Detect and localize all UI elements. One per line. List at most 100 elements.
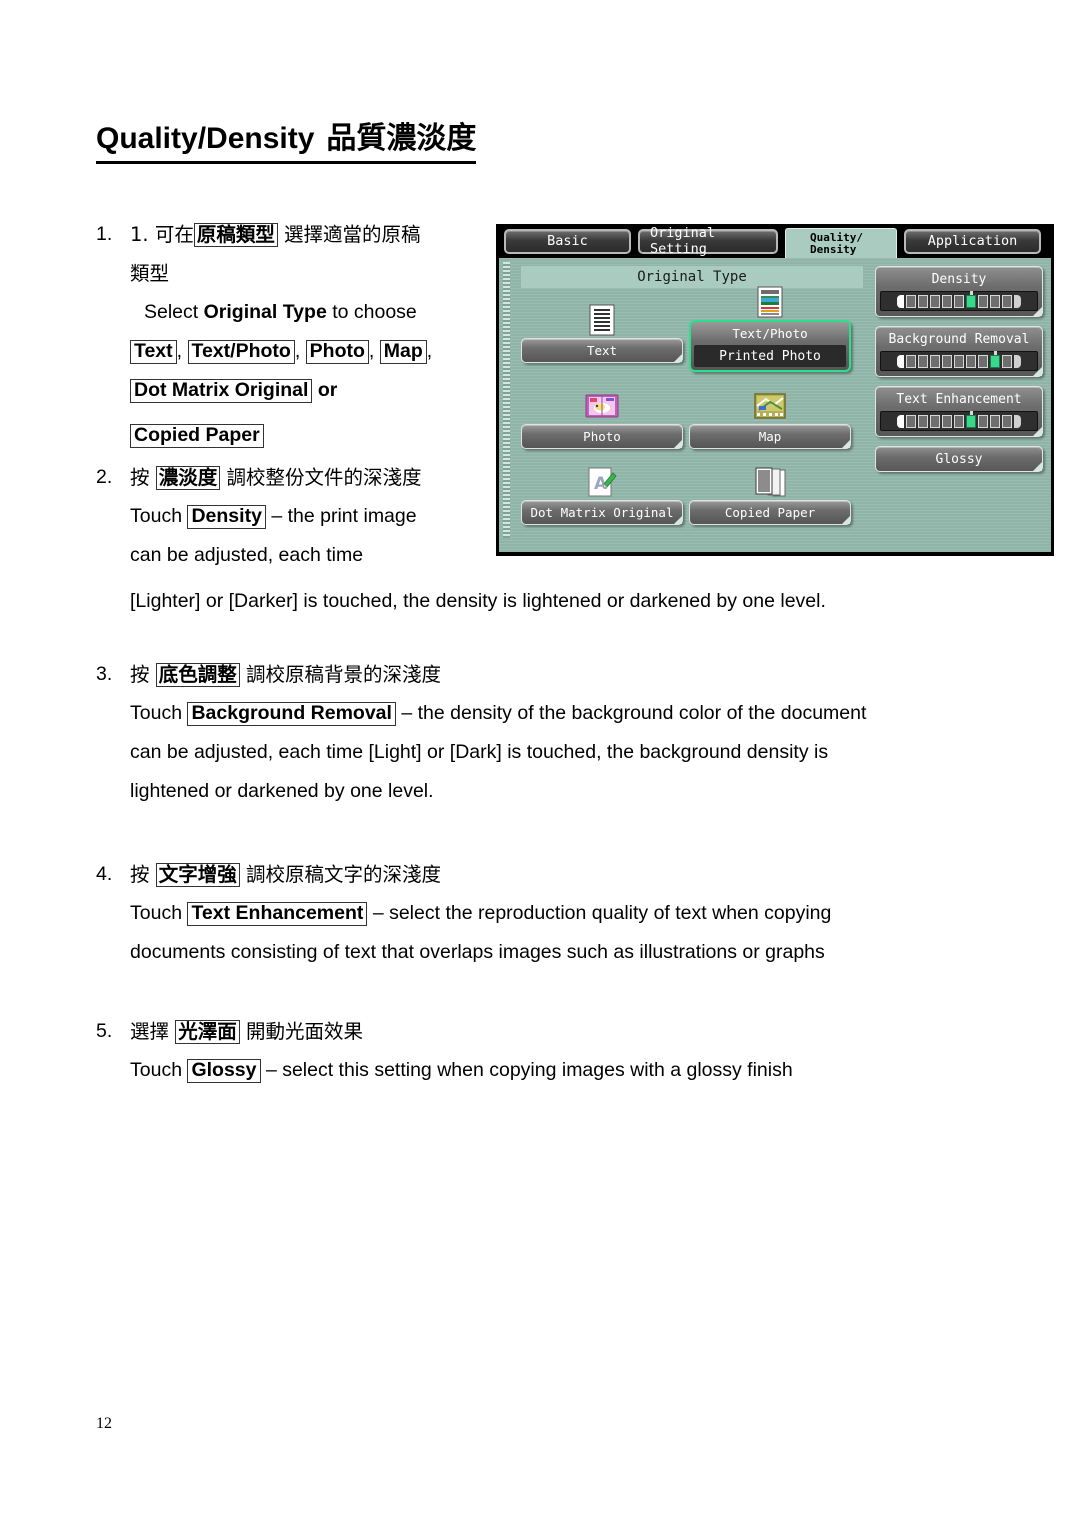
step-4-number: 4.: [96, 863, 113, 885]
text-enhancement-light-arrow-icon[interactable]: [897, 414, 904, 428]
tab-bar: Basic Original Setting Quality/ Density …: [496, 224, 1054, 258]
page-title-cjk: 品質濃淡度: [326, 121, 477, 156]
density-widget[interactable]: Density: [875, 266, 1043, 317]
original-type-grid: Text Text/Photo Printed Photo Photo Map …: [521, 286, 863, 534]
step-5-cjk-lead: 選擇: [130, 1020, 170, 1043]
density-seg-7[interactable]: [978, 294, 988, 308]
step-5-cjk-line: 選擇 光澤面 開動光面效果: [130, 1012, 996, 1051]
density-seg-6-active[interactable]: [966, 290, 976, 308]
step-3-en-boxed: Background Removal: [187, 702, 396, 726]
tab-application[interactable]: Application: [904, 228, 1041, 254]
step-3-en-line2: can be adjusted, each time [Light] or [D…: [130, 741, 829, 763]
bg-seg-1[interactable]: [906, 354, 916, 368]
original-type-option-text[interactable]: Text: [521, 300, 683, 363]
te-seg-6-active[interactable]: [966, 410, 976, 428]
te-seg-9[interactable]: [1002, 414, 1012, 428]
step-1-en-lead: Select: [144, 301, 199, 323]
density-seg-2[interactable]: [918, 294, 928, 308]
step-1-cjk-number: 1.: [130, 223, 149, 246]
document-page: Quality/Density 品質濃淡度 1. 1. 可在 原稿類型 選擇適當的原…: [0, 0, 1080, 1527]
background-removal-widget[interactable]: Background Removal: [875, 326, 1043, 377]
tab-basic[interactable]: Basic: [504, 228, 631, 254]
step-4-cjk-lead: 按: [130, 863, 150, 886]
background-removal-dark-arrow-icon[interactable]: [1014, 354, 1021, 368]
bg-seg-6[interactable]: [966, 354, 976, 368]
step-1-cjk-tail: 選擇適當的原稿: [284, 223, 421, 246]
original-type-text-button[interactable]: Text: [521, 338, 683, 363]
background-removal-light-arrow-icon[interactable]: [897, 354, 904, 368]
step-5-en-boxed: Glossy: [187, 1059, 261, 1083]
step-2-en-line1: Touch Density – the print image: [130, 497, 496, 536]
tab-quality-density[interactable]: Quality/ Density: [785, 228, 897, 258]
glossy-button[interactable]: Glossy: [875, 446, 1043, 472]
background-removal-slider[interactable]: [880, 350, 1038, 371]
original-type-option-dot-matrix[interactable]: A Dot Matrix Original: [521, 462, 683, 525]
original-type-map-button[interactable]: Map: [689, 424, 851, 449]
original-type-option-map[interactable]: Map: [689, 386, 851, 449]
original-type-copied-paper-button[interactable]: Copied Paper: [689, 500, 851, 525]
step-5-cjk-tail: 開動光面效果: [245, 1020, 363, 1043]
copied-paper-icon: [689, 462, 851, 498]
printed-photo-sub-option[interactable]: Printed Photo: [694, 345, 846, 367]
page-title-en: Quality/Density: [96, 122, 315, 155]
step-1-en-or: or: [317, 379, 338, 401]
density-seg-9[interactable]: [1002, 294, 1012, 308]
te-seg-3[interactable]: [930, 414, 940, 428]
bg-seg-9[interactable]: [1002, 354, 1012, 368]
density-seg-4[interactable]: [942, 294, 952, 308]
option-dot-matrix-original: Dot Matrix Original: [130, 379, 313, 403]
bg-seg-5[interactable]: [954, 354, 964, 368]
density-slider[interactable]: [880, 290, 1038, 311]
step-5-en-line1: Touch Glossy – select this setting when …: [130, 1051, 996, 1090]
text-enhancement-dark-arrow-icon[interactable]: [1014, 414, 1021, 428]
text-photo-selected-wrapper[interactable]: Text/Photo Printed Photo: [689, 320, 851, 372]
density-seg-1[interactable]: [906, 294, 916, 308]
option-photo: Photo: [305, 340, 369, 364]
copier-touch-panel-screenshot: Basic Original Setting Quality/ Density …: [496, 224, 1054, 556]
step-1-en-bold: Original Type: [203, 301, 327, 323]
density-seg-8[interactable]: [990, 294, 1000, 308]
touch-screen-area: Original Type Text Text/Photo Printed Ph…: [496, 258, 1054, 556]
step-2-en-line2: can be adjusted, each time: [130, 544, 364, 566]
density-seg-5[interactable]: [954, 294, 964, 308]
original-type-option-text-photo[interactable]: Text/Photo Printed Photo: [689, 282, 851, 372]
bg-seg-8-active[interactable]: [990, 350, 1000, 368]
te-seg-4[interactable]: [942, 414, 952, 428]
step-1-number: 1.: [96, 223, 113, 245]
step-4-en-boxed: Text Enhancement: [187, 902, 368, 926]
step-2-en-lead: Touch: [130, 505, 183, 527]
step-4-cjk-line: 按 文字增強 調校原稿文字的深淺度: [130, 855, 996, 894]
option-copied-paper: Copied Paper: [130, 424, 264, 448]
step-2-en-tail1: – the print image: [271, 505, 417, 527]
tab-original-setting[interactable]: Original Setting: [638, 225, 778, 257]
text-enhancement-widget[interactable]: Text Enhancement: [875, 386, 1043, 437]
original-type-photo-button[interactable]: Photo: [521, 424, 683, 449]
te-seg-8[interactable]: [990, 414, 1000, 428]
bg-seg-3[interactable]: [930, 354, 940, 368]
text-enhancement-slider[interactable]: [880, 410, 1038, 431]
step-4-cjk-boxed: 文字增強: [155, 863, 240, 887]
te-seg-7[interactable]: [978, 414, 988, 428]
te-seg-5[interactable]: [954, 414, 964, 428]
bg-seg-4[interactable]: [942, 354, 952, 368]
original-type-option-copied-paper[interactable]: Copied Paper: [689, 462, 851, 525]
step-1-en-line4: Copied Paper: [130, 416, 496, 455]
step-1-en-line3: Dot Matrix Original or: [130, 371, 496, 410]
density-lighter-arrow-icon[interactable]: [897, 294, 904, 308]
original-type-option-photo[interactable]: Photo: [521, 386, 683, 449]
density-seg-3[interactable]: [930, 294, 940, 308]
background-removal-label: Background Removal: [888, 332, 1030, 347]
page-title: Quality/Density 品質濃淡度: [96, 113, 477, 164]
bg-seg-7[interactable]: [978, 354, 988, 368]
step-1-en-line1: Select Original Type to choose: [130, 293, 496, 332]
document-lines-icon: [521, 300, 683, 336]
step-2-number: 2.: [96, 466, 113, 488]
original-type-dot-matrix-button[interactable]: Dot Matrix Original: [521, 500, 683, 525]
te-seg-1[interactable]: [906, 414, 916, 428]
density-darker-arrow-icon[interactable]: [1014, 294, 1021, 308]
step-3-cjk-boxed: 底色調整: [155, 663, 240, 687]
bg-seg-2[interactable]: [918, 354, 928, 368]
step-1-cjk-line1: 1. 可在 原稿類型 選擇適當的原稿: [130, 215, 496, 254]
step-5-cjk-boxed: 光澤面: [175, 1020, 240, 1044]
te-seg-2[interactable]: [918, 414, 928, 428]
